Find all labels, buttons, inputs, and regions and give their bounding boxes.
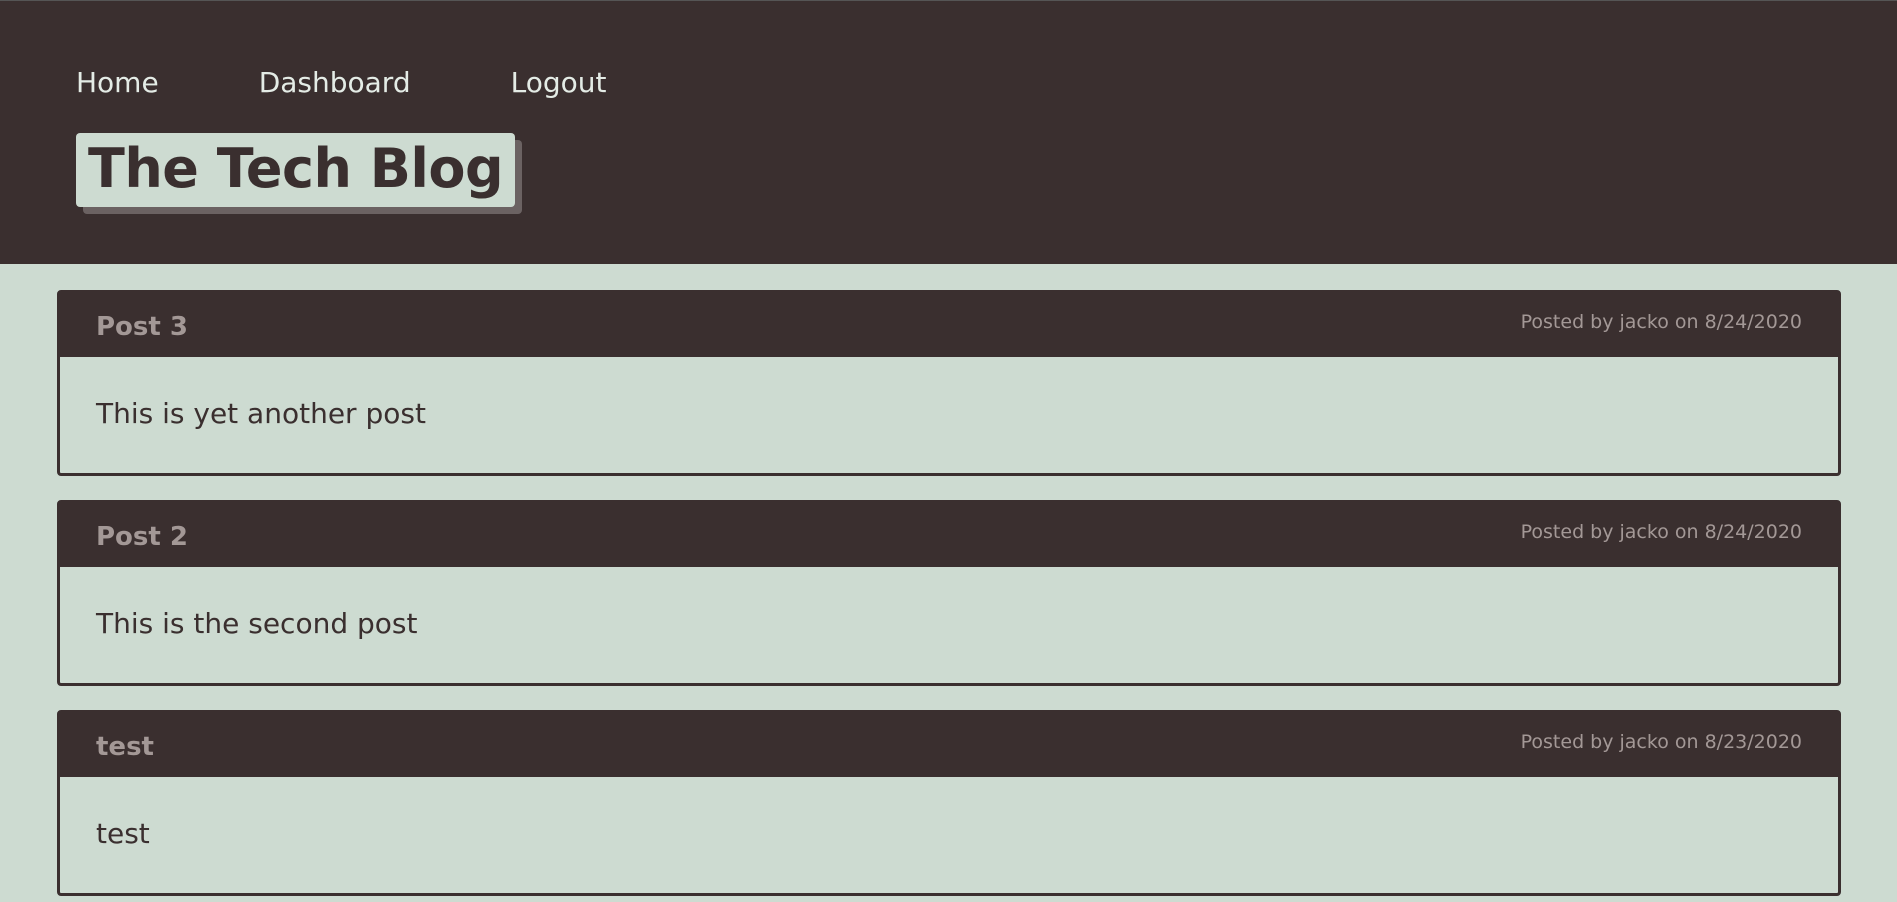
site-header: Home Dashboard Logout The Tech Blog: [0, 0, 1897, 264]
post-meta: Posted by jacko on 8/24/2020: [1520, 521, 1802, 543]
post-body: This is yet another post: [96, 397, 426, 430]
nav-link-home[interactable]: Home: [76, 63, 159, 103]
nav-link-logout[interactable]: Logout: [511, 63, 607, 103]
brand-block: The Tech Blog: [76, 133, 523, 214]
post-header: Post 2 Posted by jacko on 8/24/2020: [60, 503, 1838, 567]
post-title-link[interactable]: Post 2: [96, 522, 188, 552]
site-title: The Tech Blog: [76, 133, 516, 207]
post-body: test: [96, 817, 150, 850]
post-card: Post 2 Posted by jacko on 8/24/2020 This…: [57, 500, 1841, 686]
post-card: test Posted by jacko on 8/23/2020 test: [57, 710, 1841, 896]
nav-link-dashboard[interactable]: Dashboard: [259, 63, 411, 103]
post-body: This is the second post: [96, 607, 418, 640]
post-header: Post 3 Posted by jacko on 8/24/2020: [60, 293, 1838, 357]
post-title-link[interactable]: test: [96, 732, 154, 762]
post-meta: Posted by jacko on 8/23/2020: [1520, 731, 1802, 753]
post-meta: Posted by jacko on 8/24/2020: [1520, 311, 1802, 333]
post-list: Post 3 Posted by jacko on 8/24/2020 This…: [0, 264, 1897, 896]
post-title-link[interactable]: Post 3: [96, 312, 188, 342]
post-card: Post 3 Posted by jacko on 8/24/2020 This…: [57, 290, 1841, 476]
main-nav: Home Dashboard Logout: [76, 63, 1897, 103]
post-header: test Posted by jacko on 8/23/2020: [60, 713, 1838, 777]
